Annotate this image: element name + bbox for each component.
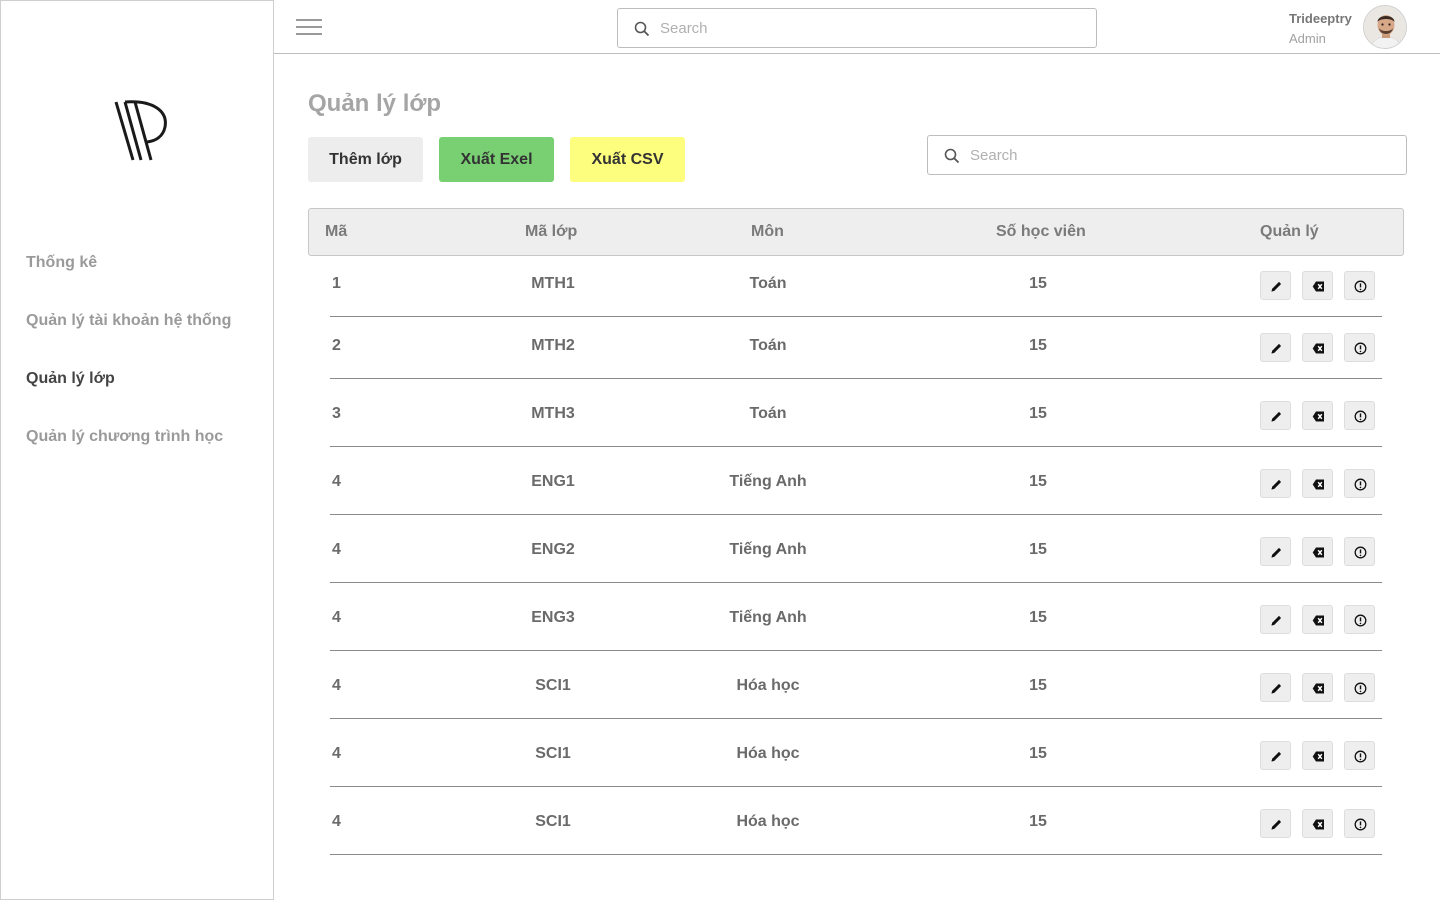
column-header-ma-lop[interactable]: Mã lớp <box>525 223 577 241</box>
cell-ma: 4 <box>332 677 341 694</box>
info-button[interactable] <box>1344 605 1375 634</box>
avatar[interactable] <box>1363 5 1407 49</box>
info-button[interactable] <box>1344 333 1375 362</box>
column-header-quan-ly: Quản lý <box>1260 223 1319 240</box>
column-header-ma[interactable]: Mã <box>325 223 347 241</box>
menu-icon[interactable] <box>296 18 322 36</box>
column-header-mon[interactable]: Môn <box>751 223 784 241</box>
edit-button[interactable] <box>1260 333 1291 362</box>
info-button[interactable] <box>1344 809 1375 838</box>
cell-ma-lop: MTH3 <box>531 405 575 422</box>
add-class-button[interactable]: Thêm lớp <box>308 137 423 182</box>
sidebar-item-quan-ly-tai-khoan[interactable]: Quản lý tài khoản hệ thống <box>26 312 231 330</box>
cell-so-hoc-vien: 15 <box>1029 275 1047 292</box>
top-search-input[interactable] <box>660 9 1080 47</box>
info-button[interactable] <box>1344 673 1375 702</box>
table-row: 4 ENG3 Tiếng Anh 15 <box>330 589 1382 651</box>
cell-so-hoc-vien: 15 <box>1029 473 1047 490</box>
delete-button[interactable] <box>1302 271 1333 300</box>
info-button[interactable] <box>1344 741 1375 770</box>
search-icon <box>634 21 650 37</box>
edit-button[interactable] <box>1260 401 1291 430</box>
edit-button[interactable] <box>1260 271 1291 300</box>
search-icon <box>944 148 960 164</box>
info-button[interactable] <box>1344 271 1375 300</box>
delete-button[interactable] <box>1302 809 1333 838</box>
cell-mon: Hóa học <box>736 813 800 830</box>
cell-ma-lop: SCI1 <box>535 813 571 830</box>
cell-ma: 3 <box>332 405 341 422</box>
cell-ma: 4 <box>332 473 341 490</box>
cell-so-hoc-vien: 15 <box>1029 677 1047 694</box>
cell-ma: 1 <box>332 275 341 292</box>
cell-so-hoc-vien: 15 <box>1029 541 1047 558</box>
info-button[interactable] <box>1344 537 1375 566</box>
top-search-box[interactable] <box>617 8 1097 48</box>
delete-button[interactable] <box>1302 605 1333 634</box>
top-bar: Trideeptry Admin <box>274 0 1440 54</box>
delete-button[interactable] <box>1302 401 1333 430</box>
class-search-input[interactable] <box>970 136 1390 174</box>
delete-button[interactable] <box>1302 673 1333 702</box>
table-row: 4 SCI1 Hóa học 15 <box>330 657 1382 719</box>
edit-button[interactable] <box>1260 673 1291 702</box>
table-row: 4 SCI1 Hóa học 15 <box>330 793 1382 855</box>
cell-ma-lop: ENG2 <box>531 541 575 558</box>
delete-button[interactable] <box>1302 333 1333 362</box>
table-row: 1 MTH1 Toán 15 <box>330 255 1382 317</box>
cell-mon: Hóa học <box>736 677 800 694</box>
sidebar-item-quan-ly-lop[interactable]: Quản lý lớp <box>26 370 115 388</box>
edit-button[interactable] <box>1260 605 1291 634</box>
edit-button[interactable] <box>1260 809 1291 838</box>
user-role: Admin <box>1289 31 1326 46</box>
cell-ma: 4 <box>332 745 341 762</box>
sidebar-item-thong-ke[interactable]: Thống kê <box>26 254 97 272</box>
sidebar-item-quan-ly-chuong-trinh-hoc[interactable]: Quản lý chương trình học <box>26 428 223 446</box>
app-logo[interactable] <box>113 99 171 163</box>
table-row: 3 MTH3 Toán 15 <box>330 385 1382 447</box>
cell-mon: Toán <box>749 275 787 292</box>
cell-mon: Tiếng Anh <box>729 473 807 490</box>
table-row: 4 SCI1 Hóa học 15 <box>330 725 1382 787</box>
edit-button[interactable] <box>1260 741 1291 770</box>
cell-ma: 4 <box>332 609 341 626</box>
delete-button[interactable] <box>1302 537 1333 566</box>
cell-ma-lop: MTH2 <box>531 337 575 354</box>
cell-mon: Hóa học <box>736 745 800 762</box>
cell-ma-lop: SCI1 <box>535 745 571 762</box>
user-name: Trideeptry <box>1289 11 1352 26</box>
table-row: 4 ENG1 Tiếng Anh 15 <box>330 453 1382 515</box>
page-title: Quản lý lớp <box>308 90 442 117</box>
cell-so-hoc-vien: 15 <box>1029 337 1047 354</box>
edit-button[interactable] <box>1260 469 1291 498</box>
cell-ma-lop: ENG1 <box>531 473 575 490</box>
cell-ma: 2 <box>332 337 341 354</box>
sidebar: Thống kê Quản lý tài khoản hệ thống Quản… <box>0 0 274 900</box>
cell-mon: Toán <box>749 337 787 354</box>
table-header: Mã Mã lớp Môn Số học viên Quản lý <box>308 208 1404 256</box>
cell-mon: Tiếng Anh <box>729 541 807 558</box>
column-header-so-hoc-vien[interactable]: Số học viên <box>996 223 1086 241</box>
edit-button[interactable] <box>1260 537 1291 566</box>
delete-button[interactable] <box>1302 469 1333 498</box>
cell-ma: 4 <box>332 541 341 558</box>
export-excel-button[interactable]: Xuất Exel <box>439 137 554 182</box>
cell-ma-lop: MTH1 <box>531 275 575 292</box>
cell-ma-lop: SCI1 <box>535 677 571 694</box>
table-row: 2 MTH2 Toán 15 <box>330 317 1382 379</box>
cell-ma: 4 <box>332 813 341 830</box>
class-search-box[interactable] <box>927 135 1407 175</box>
info-button[interactable] <box>1344 401 1375 430</box>
cell-so-hoc-vien: 15 <box>1029 813 1047 830</box>
info-button[interactable] <box>1344 469 1375 498</box>
cell-so-hoc-vien: 15 <box>1029 405 1047 422</box>
cell-so-hoc-vien: 15 <box>1029 609 1047 626</box>
cell-mon: Tiếng Anh <box>729 609 807 626</box>
cell-so-hoc-vien: 15 <box>1029 745 1047 762</box>
delete-button[interactable] <box>1302 741 1333 770</box>
table-row: 4 ENG2 Tiếng Anh 15 <box>330 521 1382 583</box>
cell-ma-lop: ENG3 <box>531 609 575 626</box>
cell-mon: Toán <box>749 405 787 422</box>
export-csv-button[interactable]: Xuất CSV <box>570 137 685 182</box>
